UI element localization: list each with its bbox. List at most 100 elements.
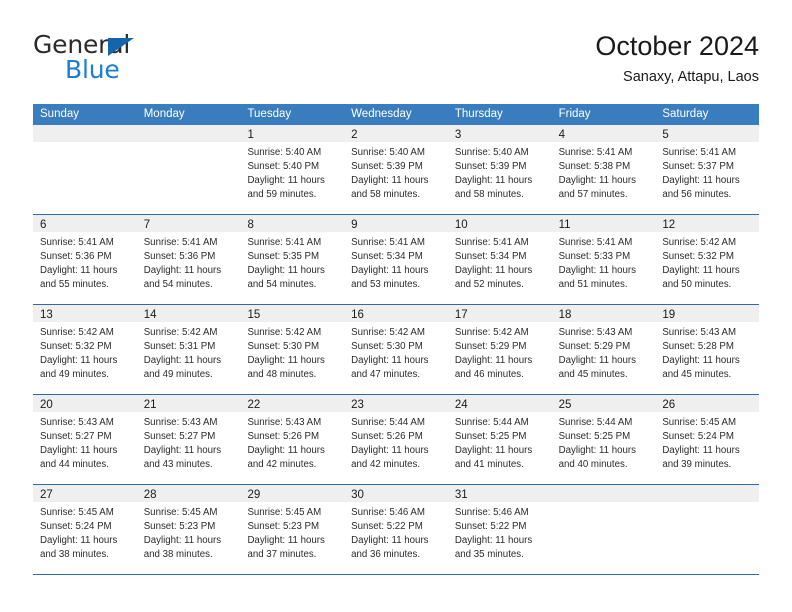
- day-cell[interactable]: 1 Sunrise: 5:40 AM Sunset: 5:40 PM Daylight…: [240, 125, 345, 214]
- day-cell[interactable]: 26 Sunrise: 5:45 AM Sunset: 5:24 PM Dayligh…: [655, 395, 760, 484]
- weekday-thursday: Thursday: [454, 108, 503, 120]
- daylight-text-line1: Daylight: 11 hours: [40, 535, 118, 547]
- day-cell[interactable]: 6 Sunrise: 5:41 AM Sunset: 5:36 PM Daylight…: [33, 215, 137, 304]
- day-number: 24: [454, 399, 468, 411]
- day-number: 29: [247, 489, 261, 501]
- day-number-band: 3: [447, 125, 552, 142]
- day-cell[interactable]: 28 Sunrise: 5:45 AM Sunset: 5:23 PM Dayligh…: [136, 485, 241, 574]
- sunset-text: Sunset: 5:27 PM: [143, 431, 216, 443]
- day-cell[interactable]: 30 Sunrise: 5:46 AM Sunset: 5:22 PM Dayligh…: [344, 485, 448, 574]
- day-details: Sunrise: 5:45 AM Sunset: 5:23 PM Daylight:…: [240, 502, 344, 568]
- sunset-text: Sunset: 5:35 PM: [247, 251, 320, 263]
- weekday-sunday: Sunday: [40, 108, 80, 120]
- day-cell[interactable]: 25 Sunrise: 5:44 AM Sunset: 5:25 PM Dayligh…: [551, 395, 656, 484]
- daylight-text-line1: Daylight: 11 hours: [40, 445, 118, 457]
- sunrise-text: Sunrise: 5:40 AM: [351, 147, 425, 158]
- day-cell[interactable]: 19 Sunrise: 5:43 AM Sunset: 5:28 PM Dayligh…: [655, 305, 760, 394]
- sunrise-text: Sunrise: 5:44 AM: [454, 417, 529, 428]
- day-cell[interactable]: 13 Sunrise: 5:42 AM Sunset: 5:32 PM Dayligh…: [33, 305, 137, 394]
- sunset-text: Sunset: 5:25 PM: [558, 431, 631, 443]
- day-cell[interactable]: 11 Sunrise: 5:41 AM Sunset: 5:33 PM Dayligh…: [551, 215, 656, 304]
- day-details: Sunrise: 5:40 AM Sunset: 5:39 PM Daylight:…: [344, 142, 448, 208]
- day-number-band: 30: [344, 485, 448, 502]
- sunrise-text: Sunrise: 5:44 AM: [351, 417, 425, 428]
- day-details: Sunrise: 5:42 AM Sunset: 5:29 PM Daylight:…: [448, 322, 552, 388]
- day-number: 9: [351, 219, 358, 231]
- day-cell[interactable]: 31 Sunrise: 5:46 AM Sunset: 5:22 PM Dayligh…: [447, 485, 552, 574]
- day-cell[interactable]: 5 Sunrise: 5:41 AM Sunset: 5:37 PM Daylight…: [655, 125, 760, 214]
- daylight-text-line2: and 46 minutes.: [454, 369, 524, 381]
- sunrise-text: Sunrise: 5:43 AM: [558, 327, 633, 338]
- day-details: Sunrise: 5:46 AM Sunset: 5:22 PM Daylight:…: [448, 502, 552, 568]
- day-cell-empty: [655, 485, 760, 574]
- day-cell[interactable]: 27 Sunrise: 5:45 AM Sunset: 5:24 PM Dayligh…: [33, 485, 137, 574]
- day-details: Sunrise: 5:43 AM Sunset: 5:29 PM Daylight:…: [552, 322, 656, 388]
- day-number-band: 7: [136, 215, 241, 232]
- sunrise-text: Sunrise: 5:42 AM: [662, 237, 737, 248]
- daylight-text-line2: and 53 minutes.: [351, 279, 421, 291]
- day-cell[interactable]: 16 Sunrise: 5:42 AM Sunset: 5:30 PM Dayligh…: [344, 305, 448, 394]
- daylight-text-line2: and 37 minutes.: [247, 549, 317, 561]
- day-cell[interactable]: 9 Sunrise: 5:41 AM Sunset: 5:34 PM Daylight…: [344, 215, 448, 304]
- day-cell[interactable]: 3 Sunrise: 5:40 AM Sunset: 5:39 PM Daylight…: [447, 125, 552, 214]
- day-number: 13: [40, 309, 53, 321]
- day-number-band: 28: [136, 485, 241, 502]
- daylight-text-line1: Daylight: 11 hours: [662, 175, 740, 187]
- daylight-text-line2: and 51 minutes.: [558, 279, 628, 291]
- day-details: Sunrise: 5:41 AM Sunset: 5:36 PM Daylight:…: [137, 232, 241, 298]
- day-cell[interactable]: 10 Sunrise: 5:41 AM Sunset: 5:34 PM Dayligh…: [447, 215, 552, 304]
- daylight-text-line1: Daylight: 11 hours: [351, 265, 429, 277]
- day-details: Sunrise: 5:41 AM Sunset: 5:38 PM Daylight:…: [552, 142, 656, 208]
- day-details: Sunrise: 5:45 AM Sunset: 5:23 PM Daylight:…: [137, 502, 241, 568]
- day-cell[interactable]: 2 Sunrise: 5:40 AM Sunset: 5:39 PM Daylight…: [344, 125, 448, 214]
- day-cell[interactable]: 8 Sunrise: 5:41 AM Sunset: 5:35 PM Daylight…: [240, 215, 345, 304]
- sunset-text: Sunset: 5:28 PM: [662, 341, 734, 353]
- title-block: October 2024 Sanaxy, Attapu, Laos: [595, 30, 759, 88]
- day-number: 8: [247, 219, 254, 231]
- daylight-text-line1: Daylight: 11 hours: [143, 355, 222, 367]
- sunrise-text: Sunrise: 5:44 AM: [558, 417, 633, 428]
- daylight-text-line2: and 58 minutes.: [351, 189, 421, 201]
- day-cell[interactable]: 18 Sunrise: 5:43 AM Sunset: 5:29 PM Dayligh…: [551, 305, 656, 394]
- day-cell[interactable]: 4 Sunrise: 5:41 AM Sunset: 5:38 PM Daylight…: [551, 125, 656, 214]
- day-details: Sunrise: 5:45 AM Sunset: 5:24 PM Daylight:…: [33, 502, 137, 568]
- day-number: 26: [662, 399, 676, 411]
- day-cell[interactable]: 23 Sunrise: 5:44 AM Sunset: 5:26 PM Dayligh…: [344, 395, 448, 484]
- day-cell[interactable]: 22 Sunrise: 5:43 AM Sunset: 5:26 PM Dayligh…: [240, 395, 345, 484]
- day-cell[interactable]: 21 Sunrise: 5:43 AM Sunset: 5:27 PM Dayligh…: [136, 395, 241, 484]
- day-details: Sunrise: 5:41 AM Sunset: 5:33 PM Daylight:…: [552, 232, 656, 298]
- day-cell[interactable]: 7 Sunrise: 5:41 AM Sunset: 5:36 PM Daylight…: [136, 215, 241, 304]
- day-details: Sunrise: 5:41 AM Sunset: 5:34 PM Daylight:…: [344, 232, 448, 298]
- day-cell[interactable]: 17 Sunrise: 5:42 AM Sunset: 5:29 PM Dayligh…: [447, 305, 552, 394]
- daylight-text-line1: Daylight: 11 hours: [558, 355, 636, 367]
- daylight-text-line1: Daylight: 11 hours: [143, 445, 222, 457]
- day-number: 5: [662, 129, 669, 141]
- sunrise-text: Sunrise: 5:40 AM: [454, 147, 529, 158]
- calendar-page: General Blue October 2024 Sanaxy, Attapu…: [0, 0, 792, 612]
- sunrise-text: Sunrise: 5:41 AM: [351, 237, 425, 248]
- calendar-grid: Sunday Monday Tuesday Wednesday Thursday…: [33, 104, 760, 575]
- sunrise-text: Sunrise: 5:43 AM: [143, 417, 218, 428]
- sunset-text: Sunset: 5:39 PM: [351, 161, 423, 173]
- day-number-band: 27: [33, 485, 137, 502]
- day-number-band: [136, 125, 241, 142]
- general-blue-logo[interactable]: General Blue: [33, 30, 263, 90]
- day-cell[interactable]: 14 Sunrise: 5:42 AM Sunset: 5:31 PM Dayligh…: [136, 305, 241, 394]
- sunset-text: Sunset: 5:32 PM: [662, 251, 734, 263]
- week-row: 20 Sunrise: 5:43 AM Sunset: 5:27 PM Dayligh…: [33, 395, 760, 485]
- sunset-text: Sunset: 5:23 PM: [143, 521, 216, 533]
- day-cell[interactable]: 20 Sunrise: 5:43 AM Sunset: 5:27 PM Dayligh…: [33, 395, 137, 484]
- day-cell[interactable]: 29 Sunrise: 5:45 AM Sunset: 5:23 PM Dayligh…: [240, 485, 345, 574]
- day-cell[interactable]: 15 Sunrise: 5:42 AM Sunset: 5:30 PM Dayligh…: [240, 305, 345, 394]
- day-number: 19: [662, 309, 676, 321]
- day-cell[interactable]: 12 Sunrise: 5:42 AM Sunset: 5:32 PM Dayligh…: [655, 215, 760, 304]
- daylight-text-line1: Daylight: 11 hours: [247, 265, 325, 277]
- daylight-text-line1: Daylight: 11 hours: [662, 355, 740, 367]
- weekday-friday: Friday: [558, 108, 591, 120]
- sunset-text: Sunset: 5:22 PM: [454, 521, 527, 533]
- day-cell[interactable]: 24 Sunrise: 5:44 AM Sunset: 5:25 PM Dayligh…: [447, 395, 552, 484]
- daylight-text-line1: Daylight: 11 hours: [662, 265, 740, 277]
- week-row: 1 Sunrise: 5:40 AM Sunset: 5:40 PM Daylight…: [33, 125, 760, 215]
- day-number-band: 24: [447, 395, 552, 412]
- sunrise-text: Sunrise: 5:41 AM: [247, 237, 322, 248]
